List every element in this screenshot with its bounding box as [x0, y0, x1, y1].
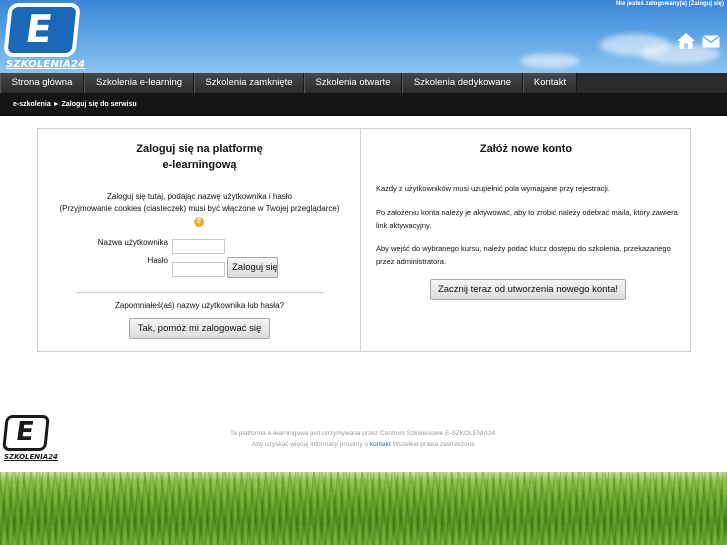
signup-info-activation: Po założeniu konta należy je aktywować, …: [376, 208, 678, 230]
logo-text: SZKOLENIA24: [6, 59, 86, 70]
password-input[interactable]: [172, 262, 225, 277]
signup-info-required-fields: Każdy z użytkowników musi uzupełnić pola…: [376, 184, 610, 193]
grass-banner-image: [0, 472, 727, 545]
footer-line1: Ta platforma e-learningowa jest utrzymyw…: [230, 430, 497, 437]
login-panel: Zaloguj się na platformę e-learningową Z…: [38, 129, 361, 351]
signup-info-course-key: Aby wejść do wybranego kursu, należy pod…: [376, 244, 671, 266]
site-footer: E SZKOLENIA24 Ta platforma e-learningowa…: [0, 407, 727, 472]
nav-item-closed-trainings[interactable]: Szkolenia zamknięte: [194, 73, 304, 93]
username-input[interactable]: [172, 239, 225, 254]
nav-item-home[interactable]: Strona główna: [0, 73, 84, 93]
create-account-button[interactable]: Zacznij teraz od utworzenia nowego konta…: [430, 279, 626, 300]
forgot-password-button[interactable]: Tak, pomóż mi zalogować się: [129, 318, 270, 339]
login-button[interactable]: Zaloguj się: [227, 257, 278, 278]
footer-line2: Aby uzyskać więcej informacji prosimy o …: [0, 439, 727, 450]
login-status-link[interactable]: Nie jesteś zalogowany(a) (Zaloguj się): [616, 1, 724, 7]
login-title-line1: Zaloguj się na platformę: [136, 143, 263, 155]
mail-icon[interactable]: [702, 35, 720, 48]
footer-contact-link[interactable]: kontakt: [370, 441, 391, 448]
login-intro-line2: (Przyjmowanie cookies (ciasteczek) musi …: [59, 204, 340, 213]
nav-item-dedicated-trainings[interactable]: Szkolenia dedykowane: [402, 73, 523, 93]
footer-logo-text: SZKOLENIA24: [4, 453, 58, 461]
signup-title: Załóż nowe konto: [479, 143, 573, 155]
forgot-password-text: Zapomniałeś(aś) nazwy użytkownika lub ha…: [115, 301, 284, 310]
breadcrumb-separator: ►: [52, 101, 60, 108]
login-title: Zaloguj się na platformę e-learningową: [38, 141, 361, 173]
site-logo[interactable]: E SZKOLENIA24: [3, 3, 85, 70]
cloud-decoration: [520, 54, 580, 68]
footer-line2-after: Wszelkie prawa zastrzeżone: [392, 441, 475, 448]
signup-panel: Załóż nowe konto Każdy z użytkowników mu…: [362, 129, 690, 351]
help-icon[interactable]: ?: [194, 217, 204, 227]
username-label: Nazwa użytkownika: [97, 238, 168, 247]
nav-item-e-learning[interactable]: Szkolenia e-learning: [84, 73, 194, 93]
login-title-line2: e-learningową: [162, 159, 237, 171]
breadcrumb-home-link[interactable]: e-szkolenia: [13, 101, 51, 108]
footer-line2-before: Aby uzyskać więcej informacji prosimy o: [252, 441, 368, 448]
breadcrumb-current: Zaloguj się do serwisu: [61, 101, 137, 108]
nav-item-contact[interactable]: Kontakt: [523, 73, 577, 93]
password-label: Hasło: [147, 256, 168, 265]
home-icon[interactable]: [676, 32, 696, 50]
login-intro: Zaloguj się tutaj, podając nazwę użytkow…: [38, 191, 361, 215]
breadcrumb: e-szkolenia ► Zaloguj się do serwisu: [0, 93, 727, 116]
login-container: Zaloguj się na platformę e-learningową Z…: [37, 128, 691, 352]
footer-text: Ta platforma e-learningowa jest utrzymyw…: [0, 428, 727, 450]
site-header: E SZKOLENIA24 Nie jesteś zalogowany(a) (…: [0, 0, 727, 73]
main-navigation: Strona główna Szkolenia e-learning Szkol…: [0, 73, 727, 93]
nav-item-open-trainings[interactable]: Szkolenia otwarte: [304, 73, 402, 93]
divider: [76, 292, 324, 293]
login-intro-line1: Zaloguj się tutaj, podając nazwę użytkow…: [107, 192, 292, 201]
